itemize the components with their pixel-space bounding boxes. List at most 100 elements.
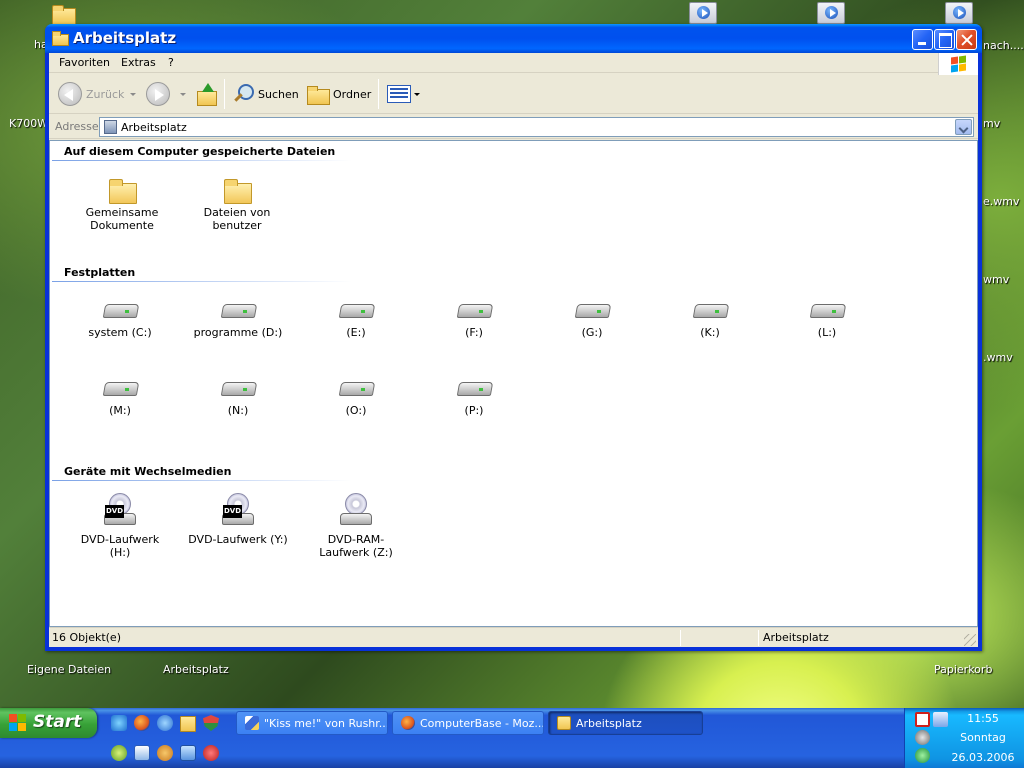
media-icon (245, 716, 259, 730)
antivirus-icon[interactable] (915, 712, 930, 727)
clock-time[interactable]: 11:55 (943, 712, 1023, 725)
forward-arrow-icon (146, 82, 170, 106)
computer-icon (104, 120, 117, 134)
video-file-icon[interactable] (945, 2, 973, 24)
drive-dvd-h[interactable]: DVD DVD-Laufwerk (H:) (70, 493, 170, 559)
folder-icon (223, 178, 252, 204)
window-title: Arbeitsplatz (73, 29, 177, 47)
drive-d[interactable]: programme (D:) (188, 300, 288, 339)
status-divider (680, 630, 681, 646)
back-button[interactable]: Zurück (58, 79, 137, 109)
shield-icon[interactable] (203, 715, 219, 731)
status-location: Arbeitsplatz (763, 631, 829, 644)
task-button-my-computer[interactable]: Arbeitsplatz (548, 711, 703, 735)
desktop-icon-my-computer[interactable]: Arbeitsplatz (163, 663, 229, 676)
desktop-icon-label[interactable]: wmv (983, 273, 1009, 286)
desktop-icon-label[interactable]: nach.... (983, 39, 1024, 52)
item-label: (N:) (227, 404, 249, 417)
task-label: "Kiss me!" von Rushr... (264, 716, 388, 730)
desktop-icon-label[interactable]: e.wmv (983, 195, 1020, 208)
task-button-browser[interactable]: ComputerBase - Moz... (392, 711, 544, 735)
resize-grip-icon[interactable] (964, 634, 976, 646)
minimize-button[interactable] (912, 29, 933, 50)
maximize-button[interactable] (934, 29, 955, 50)
menu-help[interactable]: ? (168, 56, 174, 69)
drive-k[interactable]: (K:) (660, 300, 760, 339)
drive-o[interactable]: (O:) (306, 378, 406, 417)
start-button[interactable]: Start (0, 708, 97, 738)
explorer-window: Arbeitsplatz Favoriten Extras ? Zurück S… (45, 24, 982, 651)
task-label: Arbeitsplatz (576, 716, 642, 730)
views-button[interactable] (387, 79, 420, 109)
item-label: (K:) (700, 326, 720, 339)
drive-p[interactable]: (P:) (424, 378, 524, 417)
up-folder-button[interactable] (195, 79, 217, 109)
search-button[interactable]: Suchen (232, 79, 299, 109)
drive-f[interactable]: (F:) (424, 300, 524, 339)
back-arrow-icon (58, 82, 82, 106)
status-bar: 16 Objekt(e) Arbeitsplatz (49, 627, 978, 647)
hard-drive-icon (221, 300, 255, 322)
desktop-icon-my-documents[interactable]: Eigene Dateien (27, 663, 111, 676)
group-header-removable-media: Geräte mit Wechselmedien (64, 465, 232, 478)
hard-drive-icon (339, 300, 373, 322)
task-button-media[interactable]: "Kiss me!" von Rushr... (236, 711, 388, 735)
clock-day: Sonntag (960, 731, 1006, 744)
status-divider (758, 630, 759, 646)
group-header-stored-files: Auf diesem Computer gespeicherte Dateien (64, 145, 336, 158)
address-field[interactable]: Arbeitsplatz (99, 117, 974, 137)
media-player-icon[interactable] (111, 715, 127, 731)
item-label: (G:) (581, 326, 603, 339)
folders-button[interactable]: Ordner (307, 79, 371, 109)
drive-g[interactable]: (G:) (542, 300, 642, 339)
network-icon[interactable] (180, 745, 196, 761)
drive-dvd-ram-z[interactable]: DVD-RAM-Laufwerk (Z:) (306, 493, 406, 559)
item-label: (P:) (464, 404, 484, 417)
status-object-count: 16 Objekt(e) (52, 631, 121, 644)
firefox-icon (401, 716, 415, 730)
game-icon[interactable] (203, 745, 219, 761)
folder-icon (108, 178, 137, 204)
drive-l[interactable]: (L:) (777, 300, 877, 339)
internet-explorer-icon[interactable] (157, 715, 173, 731)
speaker-icon[interactable] (915, 730, 930, 745)
taskbar: Start "Kiss me!" von Rushr... ComputerBa… (0, 708, 1024, 768)
drive-c[interactable]: system (C:) (70, 300, 170, 339)
views-icon (387, 85, 411, 103)
drive-e[interactable]: (E:) (306, 300, 406, 339)
chevron-down-icon (180, 92, 186, 96)
flower-icon[interactable] (111, 745, 127, 761)
folder-icon[interactable] (180, 716, 196, 732)
close-button[interactable] (956, 29, 977, 50)
tool-icon[interactable] (157, 745, 173, 761)
drive-n[interactable]: (N:) (188, 378, 288, 417)
drive-dvd-y[interactable]: DVD DVD-Laufwerk (Y:) (188, 493, 288, 546)
desktop-folder-icon[interactable] (50, 4, 76, 25)
desktop-icon-label[interactable]: mv (983, 117, 1000, 130)
menu-extras[interactable]: Extras (121, 56, 156, 69)
chevron-down-icon (414, 92, 420, 96)
address-value: Arbeitsplatz (121, 121, 187, 134)
title-bar[interactable]: Arbeitsplatz (45, 24, 982, 53)
forward-button[interactable] (146, 79, 186, 109)
drive-m[interactable]: (M:) (70, 378, 170, 417)
update-icon[interactable] (915, 748, 930, 763)
item-label: (F:) (465, 326, 483, 339)
menu-favorites[interactable]: Favoriten (59, 56, 110, 69)
desktop-icon-label[interactable]: K700W (9, 117, 48, 130)
address-dropdown-button[interactable] (955, 119, 972, 135)
video-file-icon[interactable] (817, 2, 845, 24)
desktop-icon-label[interactable]: .wmv (983, 351, 1013, 364)
desktop-icon-recycle-bin[interactable]: Papierkorb (934, 663, 992, 676)
firefox-icon[interactable] (134, 715, 150, 731)
task-label: ComputerBase - Moz... (420, 716, 544, 730)
item-shared-documents[interactable]: Gemeinsame Dokumente (72, 178, 172, 232)
item-user-files[interactable]: Dateien von benutzer (187, 178, 287, 232)
hard-drive-icon (457, 300, 491, 322)
hard-drive-icon (103, 300, 137, 322)
hard-drive-icon (575, 300, 609, 322)
video-file-icon[interactable] (689, 2, 717, 24)
hard-drive-icon (339, 378, 373, 400)
toolbar: Zurück Suchen Ordner (49, 74, 978, 114)
document-icon[interactable] (134, 745, 150, 761)
